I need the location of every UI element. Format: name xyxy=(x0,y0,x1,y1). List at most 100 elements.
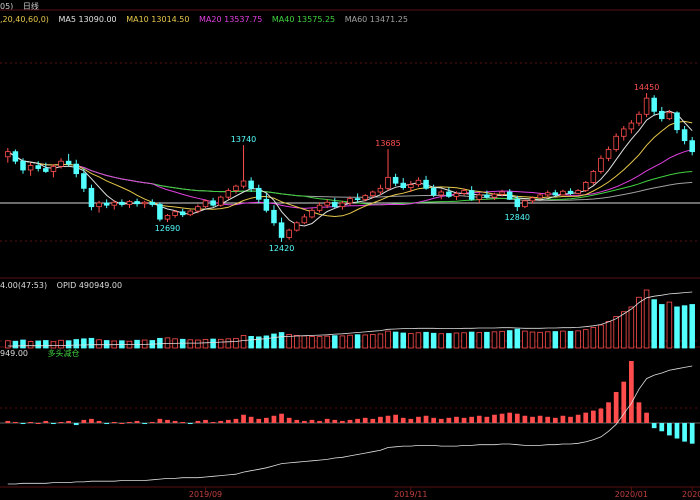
cumulative-position-line xyxy=(7,365,693,485)
candle-body xyxy=(689,140,695,153)
position-bar xyxy=(157,418,163,423)
price-annotation: 14450 xyxy=(634,83,659,92)
candle-body xyxy=(278,222,285,238)
candle-body xyxy=(286,229,292,238)
position-bar xyxy=(423,415,429,423)
position-bar xyxy=(454,416,459,423)
volume-bar xyxy=(575,330,581,349)
candle-body xyxy=(567,190,574,194)
position-bar xyxy=(279,413,284,423)
candle-body xyxy=(377,187,384,193)
position-bar xyxy=(127,421,132,423)
position-bar xyxy=(203,419,208,423)
volume-bar xyxy=(354,334,361,349)
x-axis-label: 2020 xyxy=(682,490,700,499)
position-bar xyxy=(545,416,551,423)
volume-bar xyxy=(81,338,87,349)
position-bar xyxy=(408,418,414,423)
position-bar xyxy=(119,423,125,424)
position-bar xyxy=(385,415,391,423)
candle-body xyxy=(202,200,209,208)
candle-body xyxy=(370,191,376,197)
position-bar xyxy=(476,415,482,423)
position-bar xyxy=(522,415,528,423)
position-bar xyxy=(263,417,269,423)
volume-bar xyxy=(681,305,688,349)
volume-bar xyxy=(217,338,224,349)
candle-body xyxy=(514,198,521,208)
price-annotation: 12840 xyxy=(505,213,530,222)
volume-bar xyxy=(415,332,422,349)
position-bar xyxy=(629,361,634,423)
candle-body xyxy=(217,196,224,206)
candle-body xyxy=(651,97,657,112)
candle-body xyxy=(324,201,330,206)
volume-bar xyxy=(301,335,308,349)
volume-bar xyxy=(689,304,695,349)
position-bar xyxy=(507,412,513,423)
candle-body xyxy=(164,215,171,220)
volume-bar xyxy=(164,337,171,349)
volume-bar xyxy=(370,334,376,349)
candle-body xyxy=(666,112,673,120)
position-bar xyxy=(644,412,649,423)
x-axis-label: 2019/09 xyxy=(189,490,222,499)
volume-bar xyxy=(476,332,483,349)
candle-body xyxy=(446,191,452,197)
position-bar xyxy=(248,416,254,423)
position-bar xyxy=(416,416,421,423)
position-bar xyxy=(149,421,155,423)
position-bar xyxy=(256,418,262,423)
position-bar xyxy=(66,420,71,423)
position-bar xyxy=(636,402,642,423)
position-bar xyxy=(499,413,505,423)
candle-body xyxy=(149,201,156,205)
position-bar xyxy=(51,423,56,425)
candle-body xyxy=(103,202,110,206)
position-bar xyxy=(568,416,573,423)
volume-bar xyxy=(5,340,11,349)
volume-bar xyxy=(468,331,475,349)
candle-body xyxy=(392,176,399,184)
position-bar xyxy=(286,417,292,423)
volume-bar xyxy=(567,330,574,349)
position-bar xyxy=(446,417,452,423)
position-bar xyxy=(89,418,94,423)
position-bar xyxy=(431,417,437,423)
candle-body xyxy=(316,204,323,211)
kline-chart[interactable]: 13740 13685 14450 12690 12420 12840 2019/09 201… xyxy=(0,0,700,500)
candle-body xyxy=(233,185,239,191)
candle-body xyxy=(347,198,353,204)
candle-body xyxy=(354,198,361,201)
position-bar xyxy=(347,419,353,423)
candle-body xyxy=(332,201,338,208)
candle-body xyxy=(674,112,680,131)
volume-bar xyxy=(598,324,604,349)
volume-bar xyxy=(187,339,194,349)
position-bar xyxy=(560,415,566,423)
position-bar xyxy=(583,412,589,423)
position-bar xyxy=(317,420,322,423)
position-bar xyxy=(492,414,497,423)
position-bar xyxy=(355,418,360,423)
candle-body xyxy=(27,165,34,171)
candle-body xyxy=(301,216,308,224)
candle-body xyxy=(643,97,650,115)
volume-bar xyxy=(103,340,110,349)
volume-bar xyxy=(491,331,498,349)
volume-bar xyxy=(430,332,437,349)
volume-bar xyxy=(332,335,338,349)
candle-body xyxy=(35,165,41,169)
position-bar xyxy=(5,420,11,423)
volume-bar xyxy=(560,330,566,349)
volume-bar xyxy=(157,337,163,349)
candle-body xyxy=(179,211,186,216)
position-bar xyxy=(469,416,475,423)
candle-body xyxy=(453,193,460,197)
volume-bar xyxy=(50,341,57,349)
volume-bar xyxy=(446,333,452,349)
candle-body xyxy=(134,201,140,205)
position-bar xyxy=(142,423,148,425)
volume-bar xyxy=(255,336,262,349)
candle-body xyxy=(552,192,559,196)
